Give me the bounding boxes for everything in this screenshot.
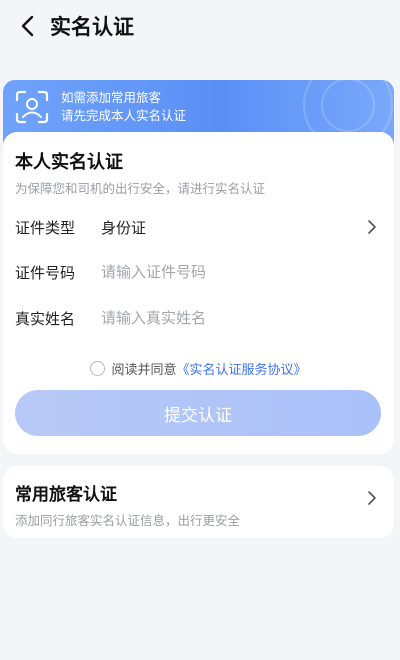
id-type-row[interactable]: 证件类型 身份证 — [3, 207, 394, 247]
id-number-label: 证件号码 — [15, 263, 76, 282]
id-number-input[interactable] — [101, 263, 394, 281]
card-title: 本人实名认证 — [15, 152, 123, 173]
agreement-row: 阅读并同意 《实名认证服务协议》 — [3, 358, 394, 378]
agreement-text: 阅读并同意 — [111, 362, 177, 378]
face-scan-icon — [15, 90, 49, 124]
chevron-left-icon — [21, 15, 34, 37]
passenger-card-title: 常用旅客认证 — [15, 485, 117, 505]
real-name-row: 真实姓名 — [3, 298, 394, 338]
card-subtitle: 为保障您和司机的出行安全，请进行实名认证 — [15, 181, 266, 196]
back-button[interactable] — [6, 4, 50, 48]
banner-text: 如需添加常用旅客 请先完成本人实名认证 — [61, 89, 186, 125]
real-name-input[interactable] — [101, 309, 394, 327]
chevron-right-icon — [368, 491, 376, 505]
page-title: 实名认证 — [50, 15, 134, 39]
chevron-right-icon — [368, 220, 376, 234]
banner-line-1: 如需添加常用旅客 — [61, 90, 162, 105]
passenger-card-chevron — [360, 490, 384, 506]
self-verification-card: 本人实名认证 为保障您和司机的出行安全，请进行实名认证 证件类型 身份证 证件号… — [3, 132, 394, 454]
banner-line-2: 请先完成本人实名认证 — [61, 108, 187, 123]
banner-decoration — [321, 80, 375, 132]
frequent-passenger-card[interactable]: 常用旅客认证 添加同行旅客实名认证信息，出行更安全 — [3, 466, 394, 538]
agreement-link[interactable]: 《实名认证服务协议》 — [177, 359, 307, 378]
id-type-chevron — [360, 219, 384, 235]
real-name-label: 真实姓名 — [15, 309, 76, 328]
agreement-checkbox[interactable] — [90, 360, 106, 376]
page: 实名认证 如需添加常用旅客 请先完成本人实名认证 本人实名认证 为保障您和司机的… — [0, 0, 400, 660]
passenger-card-subtitle: 添加同行旅客实名认证信息，出行更安全 — [15, 513, 241, 528]
nav-header: 实名认证 — [0, 0, 400, 52]
submit-button[interactable]: 提交认证 — [15, 390, 381, 436]
id-type-value: 身份证 — [101, 218, 147, 237]
id-number-row: 证件号码 — [3, 252, 394, 292]
id-type-label: 证件类型 — [15, 218, 76, 237]
